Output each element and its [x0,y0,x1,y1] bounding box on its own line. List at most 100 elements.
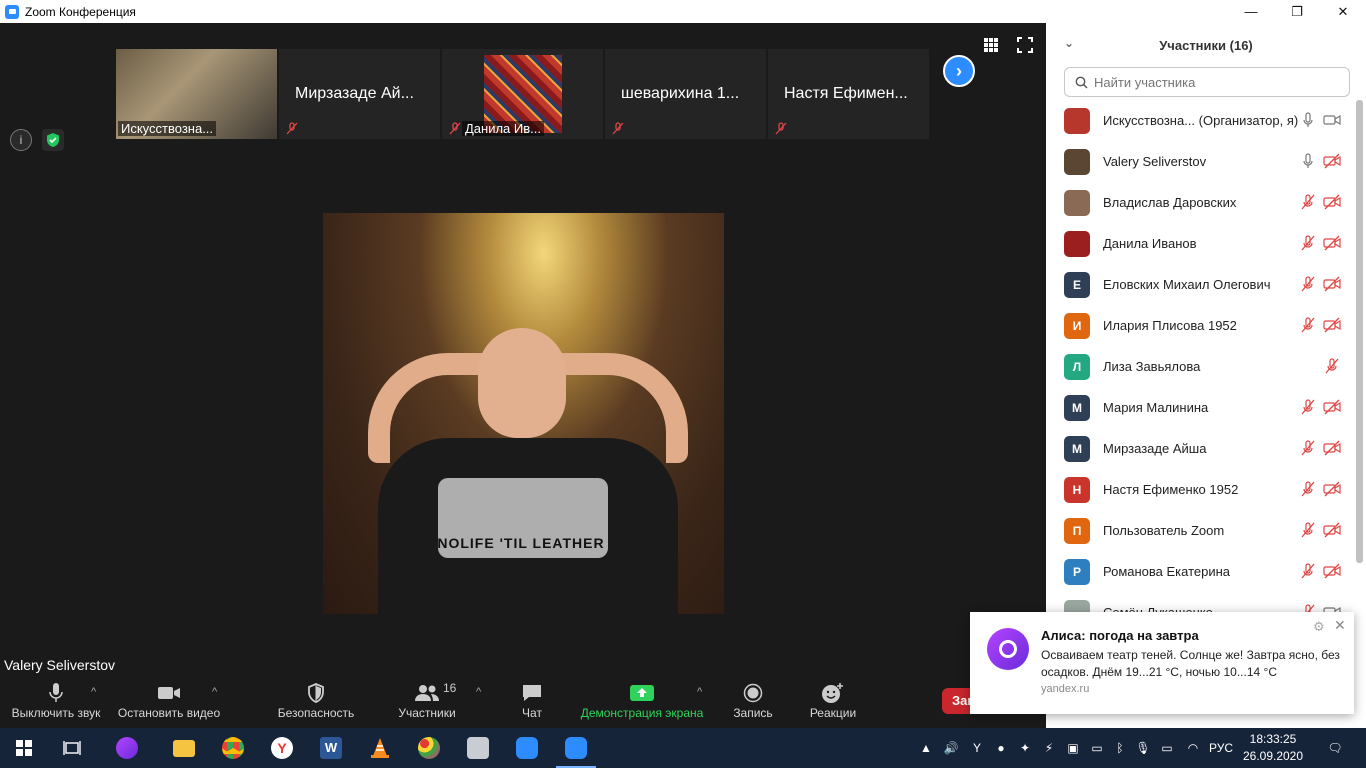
participant-row[interactable]: Е Еловских Михаил Олегович [1046,264,1356,305]
microphone-tray-icon[interactable]: 🎙 [1132,728,1154,768]
tray-network-status-icon[interactable]: ⚡ [1038,728,1060,768]
participant-row[interactable]: И Илария Плисова 1952 [1046,305,1356,346]
task-view-button[interactable] [48,728,96,768]
minimize-button[interactable]: — [1228,0,1274,23]
mute-button[interactable]: Выключить звук [10,680,102,728]
video-off-icon[interactable] [1323,440,1341,456]
tray-device-icon[interactable]: ▭ [1086,728,1108,768]
window-controls: — ❐ ✕ [1228,0,1366,23]
maximize-button[interactable]: ❐ [1274,0,1320,23]
chat-button[interactable]: Чат [514,680,550,728]
mic-muted-icon[interactable] [1299,563,1317,579]
zoom-meeting-taskbar-button[interactable] [552,728,600,768]
video-off-icon[interactable] [1323,235,1341,251]
participant-row[interactable]: М Мария Малинина [1046,387,1356,428]
app-taskbar-button[interactable] [454,728,502,768]
mic-muted-icon[interactable] [1299,522,1317,538]
tray-app-icon[interactable]: ✦ [1014,728,1036,768]
notification-close-icon[interactable]: ✕ [1334,617,1346,634]
chrome-taskbar-button[interactable] [209,728,257,768]
mic-muted-icon[interactable] [1299,317,1317,333]
encryption-shield-icon[interactable] [42,129,64,151]
stop-video-button[interactable]: Остановить видео [116,680,222,728]
share-options-caret-icon[interactable]: ^ [697,686,702,698]
notification-settings-icon[interactable]: ⚙ [1313,619,1325,635]
vlc-taskbar-button[interactable] [356,728,404,768]
video-options-caret-icon[interactable]: ^ [212,686,217,698]
audio-options-caret-icon[interactable]: ^ [91,686,96,698]
folder-icon [173,739,195,757]
tray-monitor-icon[interactable]: ▣ [1062,728,1084,768]
participant-search-box[interactable] [1064,67,1350,97]
thumbnail-tile[interactable]: Настя Ефимен... [768,49,929,139]
video-camera-icon[interactable] [1323,112,1341,128]
thumbnail-tile[interactable]: Данила Ив... [442,49,603,139]
clock-date: 26.09.2020 [1242,749,1304,763]
mic-muted-icon[interactable] [1299,399,1317,415]
participant-row[interactable]: Valery Seliverstov [1046,141,1356,182]
video-off-icon[interactable] [1323,563,1341,579]
participants-scrollbar[interactable] [1356,100,1363,563]
bluetooth-icon[interactable]: ᛒ [1110,728,1130,768]
participant-row[interactable]: Н Настя Ефименко 1952 [1046,469,1356,510]
wifi-icon[interactable]: ◠ [1182,728,1204,768]
share-screen-button[interactable]: Демонстрация экрана [578,680,706,728]
thumbnail-tile[interactable]: шеварихина 1... [605,49,766,139]
tray-zoom-icon[interactable]: ● [990,728,1012,768]
participant-name: Пользователь Zoom [1103,523,1225,538]
microphone-icon[interactable] [1299,112,1317,128]
participant-row[interactable]: Искусствозна... (Организатор, я) [1046,100,1356,141]
battery-icon[interactable]: ▭ [1156,728,1178,768]
paint-taskbar-button[interactable] [405,728,453,768]
mic-muted-icon[interactable] [1299,440,1317,456]
participant-name: Данила Иванов [1103,236,1197,251]
microphone-icon[interactable] [1299,153,1317,169]
tray-yandex-icon[interactable]: Y [966,728,988,768]
explorer-taskbar-button[interactable] [160,728,208,768]
participant-row[interactable]: Л Лиза Завьялова [1046,346,1356,387]
next-page-button[interactable]: › [943,55,975,87]
participant-row[interactable]: Владислав Даровских [1046,182,1356,223]
mic-muted-icon[interactable] [1323,358,1341,374]
participant-search-input[interactable] [1094,74,1334,90]
record-button[interactable]: Запись [731,680,775,728]
participant-row[interactable]: Данила Иванов [1046,223,1356,264]
language-indicator[interactable]: РУС [1206,728,1236,768]
mic-muted-icon[interactable] [1299,276,1317,292]
fullscreen-icon[interactable] [1017,37,1033,53]
mic-muted-icon[interactable] [1299,481,1317,497]
participant-name: Еловских Михаил Олегович [1103,277,1271,292]
taskbar-clock[interactable]: 18:33:25 26.09.2020 [1238,731,1308,765]
video-off-icon[interactable] [1323,194,1341,210]
video-off-icon[interactable] [1323,399,1341,415]
volume-icon[interactable]: 🔊 [940,728,962,768]
tray-vlc-icon[interactable]: ▲ [914,728,938,768]
zoom-taskbar-button[interactable] [503,728,551,768]
video-off-icon[interactable] [1323,481,1341,497]
participant-row[interactable]: Р Романова Екатерина [1046,551,1356,592]
video-off-icon[interactable] [1323,522,1341,538]
alice-taskbar-button[interactable] [103,728,151,768]
meeting-info-icon[interactable]: i [10,129,32,151]
notifications-center-icon[interactable]: 🗨 [1320,728,1350,768]
thumbnail-tile[interactable]: Мирзазаде Ай... [279,49,440,139]
video-off-icon[interactable] [1323,276,1341,292]
alice-notification[interactable]: Алиса: погода на завтра Осваиваем театр … [970,612,1354,714]
meeting-toolbar: Выключить звук ^ Остановить видео ^ Безо… [0,680,1046,728]
participant-row[interactable]: М Мирзазаде Айша [1046,428,1356,469]
thumbnail-tile[interactable]: Искусствозна... [116,49,277,139]
collapse-panel-chevron-icon[interactable]: ⌄ [1064,36,1074,50]
video-off-icon[interactable] [1323,317,1341,333]
start-button[interactable] [0,728,48,768]
video-off-icon[interactable] [1323,153,1341,169]
gallery-view-icon[interactable] [983,37,999,53]
participants-options-caret-icon[interactable]: ^ [476,686,481,698]
mic-muted-icon[interactable] [1299,235,1317,251]
close-window-button[interactable]: ✕ [1320,0,1366,23]
yandex-browser-taskbar-button[interactable]: Y [258,728,306,768]
mic-muted-icon[interactable] [1299,194,1317,210]
reactions-button[interactable]: Реакции [806,680,860,728]
participant-row[interactable]: П Пользователь Zoom [1046,510,1356,551]
word-taskbar-button[interactable]: W [307,728,355,768]
security-button[interactable]: Безопасность [276,680,356,728]
